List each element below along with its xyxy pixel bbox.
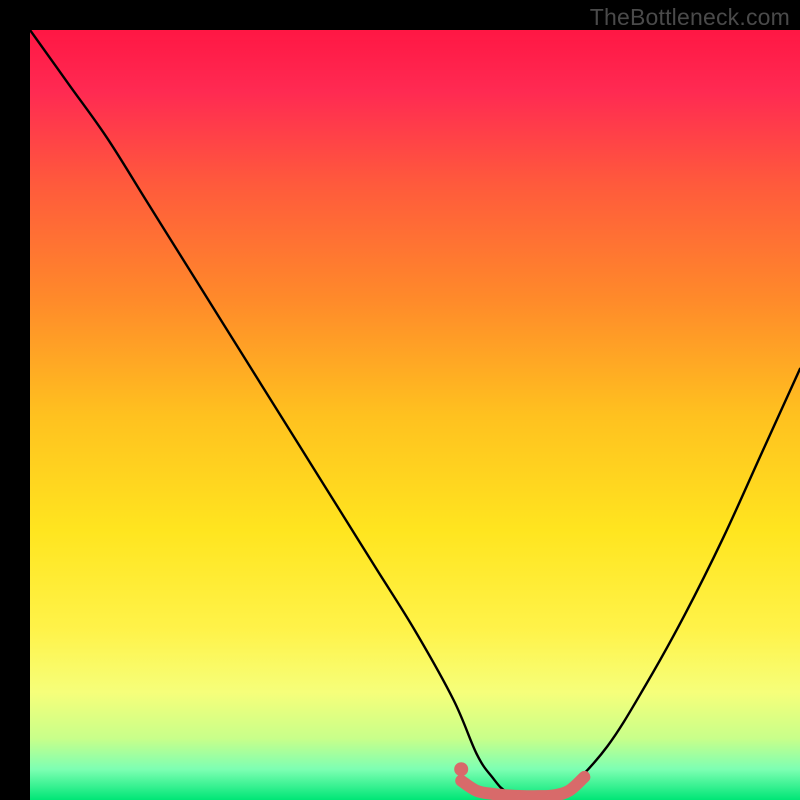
plot-area — [30, 30, 800, 800]
gradient-background — [30, 30, 800, 800]
chart-frame: TheBottleneck.com — [0, 0, 800, 800]
marker-dot — [454, 762, 468, 776]
attribution-label: TheBottleneck.com — [590, 4, 790, 31]
chart-svg — [30, 30, 800, 800]
